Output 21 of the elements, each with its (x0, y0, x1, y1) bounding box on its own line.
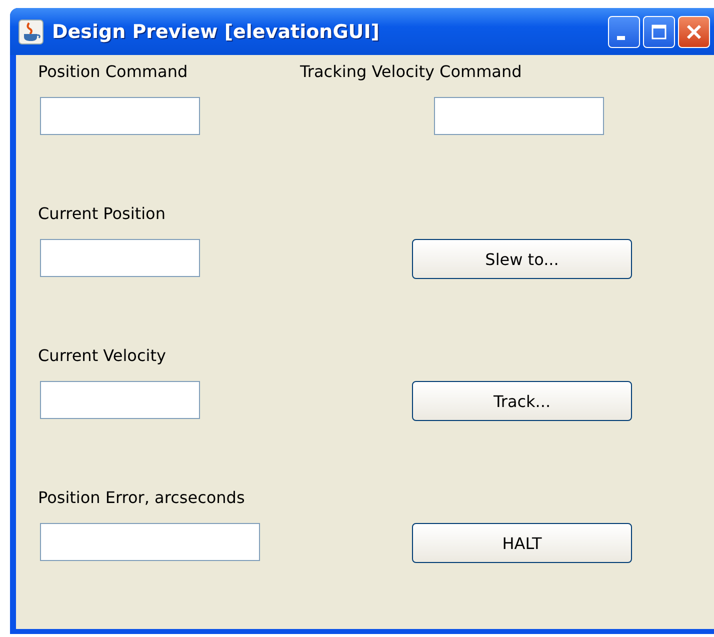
action-button[interactable]: Slew to... (412, 239, 632, 279)
action-button[interactable]: HALT (412, 523, 632, 563)
close-button[interactable] (678, 16, 710, 48)
window-title: Design Preview [elevationGUI] (52, 20, 380, 42)
input-field[interactable] (40, 381, 200, 419)
close-icon (685, 22, 703, 40)
field-label: Current Position (38, 203, 166, 225)
field-label: Current Velocity (38, 345, 167, 367)
field-label: Tracking Velocity Command (300, 61, 523, 83)
field-label: Position Error, arcseconds (38, 487, 246, 509)
input-field[interactable] (434, 97, 604, 135)
input-field[interactable] (40, 523, 260, 561)
field-label: Position Command (38, 61, 189, 83)
minimize-button[interactable] (608, 16, 640, 48)
minimize-icon (617, 36, 625, 40)
coffee-cup-icon (18, 18, 44, 44)
maximize-button[interactable] (643, 16, 675, 48)
input-field[interactable] (40, 97, 200, 135)
action-button[interactable]: Track... (412, 381, 632, 421)
maximize-icon (651, 24, 667, 40)
input-field[interactable] (40, 239, 200, 277)
